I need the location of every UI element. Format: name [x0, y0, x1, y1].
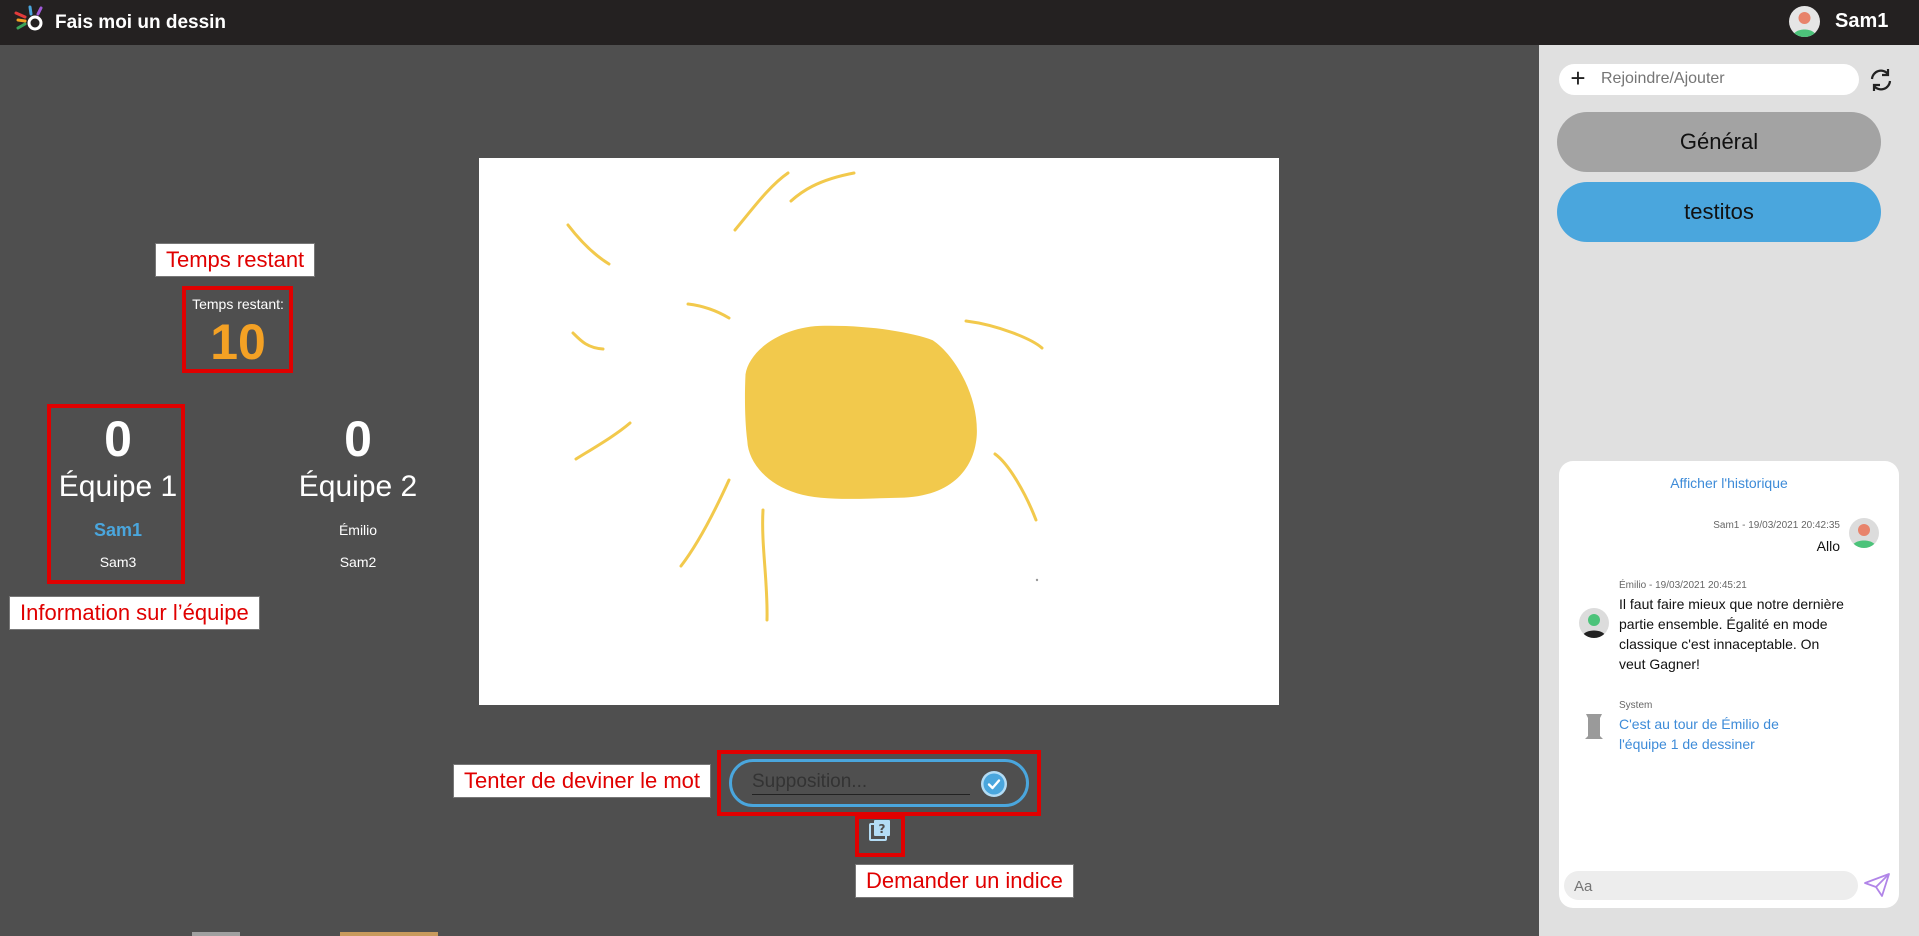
- system-avatar-icon: [1585, 714, 1603, 739]
- sun-ray: [566, 223, 611, 266]
- message-meta: Sam1 - 19/03/2021 20:42:35: [1713, 520, 1840, 531]
- refresh-icon[interactable]: [1866, 65, 1896, 95]
- user-name[interactable]: Sam1: [1835, 10, 1888, 33]
- timer-value: 10: [210, 314, 266, 370]
- message-text: Allo: [1816, 538, 1840, 554]
- annotation-guess: Tenter de deviner le mot: [453, 764, 712, 798]
- app-title: Fais moi un dessin: [55, 12, 227, 33]
- logo-icon: [14, 5, 43, 31]
- sun-ray: [993, 452, 1038, 522]
- send-icon[interactable]: [1863, 872, 1891, 898]
- annotation-team: Information sur l’équipe: [9, 596, 260, 630]
- checkmark-glyph: [983, 773, 1005, 795]
- sun-ray: [574, 421, 632, 461]
- check-icon[interactable]: [981, 771, 1007, 797]
- message-meta: System: [1619, 700, 1653, 711]
- avatar-icon: [1582, 614, 1606, 638]
- annotation-timer: Temps restant: [155, 243, 316, 277]
- svg-text:?: ?: [879, 822, 886, 836]
- join-channel-input[interactable]: [1601, 68, 1851, 90]
- team1-player: Sam3: [99, 554, 137, 570]
- drawing-canvas[interactable]: [479, 158, 1279, 705]
- sun-ray: [571, 331, 605, 351]
- sun-ray: [679, 478, 731, 568]
- team2-name: Équipe 2: [298, 470, 418, 503]
- plus-icon[interactable]: +: [1566, 65, 1590, 92]
- sun-ray: [761, 508, 769, 622]
- stray-dot: [1035, 578, 1039, 582]
- sun-ray: [686, 302, 731, 320]
- bottom-strip: [192, 932, 240, 936]
- timer-label: Temps restant:: [192, 296, 284, 312]
- team2-player: Sam2: [339, 554, 377, 570]
- channel-testitos[interactable]: testitos: [1557, 182, 1881, 242]
- avatar-icon: [1793, 12, 1816, 37]
- channel-general[interactable]: Général: [1557, 112, 1881, 172]
- sun-ray: [733, 171, 790, 232]
- top-bar: [0, 0, 1919, 45]
- hint-icon[interactable]: ?: [866, 818, 892, 844]
- avatar-icon: [1852, 524, 1876, 548]
- sun-body: [744, 325, 977, 499]
- team1-score: 0: [104, 411, 132, 467]
- message-avatar: [1849, 518, 1879, 548]
- show-history-link[interactable]: Afficher l'historique: [1559, 475, 1899, 491]
- sun-ray: [964, 319, 1044, 350]
- message-text: Il faut faire mieux que notre dernière p…: [1619, 596, 1844, 672]
- user-avatar[interactable]: [1789, 6, 1820, 37]
- guess-input[interactable]: [752, 770, 970, 795]
- team2-player: Émilio: [338, 522, 378, 538]
- bottom-strip: [340, 932, 438, 936]
- team1-player: Sam1: [93, 520, 143, 540]
- system-message-text: C'est au tour de Émilio de l'équipe 1 de…: [1619, 716, 1779, 752]
- annotation-hint: Demander un indice: [855, 864, 1074, 898]
- team2-score: 0: [344, 411, 372, 467]
- sun-ray: [789, 171, 856, 203]
- chat-message-input[interactable]: [1574, 876, 1844, 896]
- team1-name: Équipe 1: [58, 470, 178, 503]
- message-avatar: [1579, 608, 1609, 638]
- message-meta: Émilio - 19/03/2021 20:45:21: [1619, 580, 1747, 591]
